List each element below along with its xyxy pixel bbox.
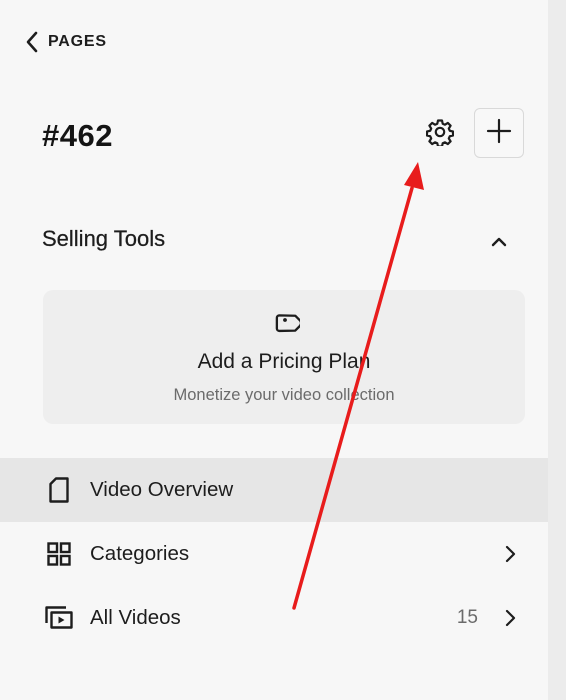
page-icon xyxy=(42,473,76,507)
plus-icon xyxy=(486,118,512,149)
right-edge-strip xyxy=(548,0,566,700)
gear-icon xyxy=(425,118,455,151)
back-to-pages-link[interactable]: PAGES xyxy=(24,30,107,54)
nav-item-label: Categories xyxy=(90,542,190,565)
nav-item-categories[interactable]: Categories xyxy=(0,522,548,586)
collapse-selling-tools-button[interactable] xyxy=(486,230,512,256)
settings-gear-button[interactable] xyxy=(420,114,460,154)
chevron-right-icon xyxy=(500,608,520,628)
video-playlist-icon xyxy=(42,601,76,635)
nav-item-video-overview[interactable]: Video Overview xyxy=(0,458,548,522)
grid-icon xyxy=(42,537,76,571)
nav-item-label: Video Overview xyxy=(90,478,234,501)
chevron-up-icon xyxy=(490,234,508,252)
add-pricing-plan-card[interactable]: Add a Pricing Plan Monetize your video c… xyxy=(43,290,525,424)
page-title: #462 xyxy=(42,118,113,153)
video-count: 15 xyxy=(456,607,478,628)
nav-item-all-videos[interactable]: All Videos 15 xyxy=(0,586,548,650)
nav-item-label: All Videos xyxy=(90,606,181,629)
chevron-right-icon xyxy=(500,544,520,564)
chevron-left-icon xyxy=(24,30,40,54)
add-page-button[interactable] xyxy=(474,108,524,158)
price-tag-icon xyxy=(269,310,301,342)
pricing-plan-title: Add a Pricing Plan xyxy=(197,350,371,373)
selling-tools-heading: Selling Tools xyxy=(42,226,166,251)
page-settings-panel: PAGES #462 Selling Tools Add a Pricing P… xyxy=(0,0,548,700)
pricing-plan-subtitle: Monetize your video collection xyxy=(173,386,395,404)
back-label: PAGES xyxy=(48,33,107,50)
